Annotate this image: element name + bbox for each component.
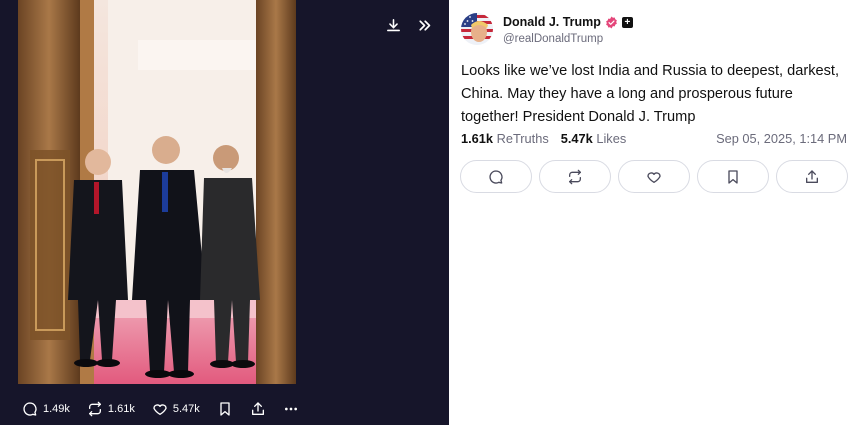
avatar[interactable] [461,13,493,45]
media-action-bar: 1.49k 1.61k 5.47k [22,398,316,420]
like-action[interactable]: 5.47k [152,401,200,417]
retruth-icon [88,401,101,417]
more-action[interactable] [283,401,299,417]
retruth-icon [569,169,581,184]
replies-count: 1.49k [43,403,70,415]
likes-stat[interactable]: 5.47k Likes [561,131,626,146]
expand-button[interactable] [411,12,437,38]
retruth-button[interactable] [539,160,611,193]
download-button[interactable] [380,12,406,38]
reply-action[interactable]: 1.49k [22,401,70,417]
follow-plus-icon[interactable]: + [621,16,633,28]
bookmark-button[interactable] [697,160,769,193]
author-name[interactable]: Donald J. Trump [503,15,601,29]
likes-stat-label: Likes [596,131,627,146]
bookmark-action[interactable] [217,401,233,417]
reply-button[interactable] [460,160,532,193]
post-action-buttons [460,160,848,193]
comment-icon [489,169,503,184]
bookmark-icon [220,402,230,416]
retruths-count: 1.61k [107,403,135,415]
post-stats: 1.61k ReTruths 5.47k Likes Sep 05, 2025,… [461,131,847,146]
download-icon [386,18,400,31]
likes-count: 5.47k [172,403,200,415]
heart-icon [153,404,167,415]
verified-badge-icon [606,16,617,28]
more-dots-icon [284,407,297,411]
retruths-stat-value: 1.61k [461,131,494,146]
heart-icon [647,171,661,183]
retruth-action[interactable]: 1.61k [87,401,135,417]
post-detail: Donald J. Trump + @realDonaldTrump Looks… [449,0,856,425]
share-icon [251,402,264,415]
comment-icon [23,402,37,416]
retruths-stat[interactable]: 1.61k ReTruths [461,131,549,146]
chevrons-right-icon [418,19,430,31]
post-image[interactable] [18,0,296,384]
bookmark-icon [728,169,738,184]
media-viewer: 1.49k 1.61k 5.47k [0,0,449,425]
share-icon [806,169,818,183]
share-action[interactable] [250,401,266,417]
retruths-stat-label: ReTruths [496,131,549,146]
share-button[interactable] [776,160,848,193]
post-text: Looks like we’ve lost India and Russia t… [461,63,840,125]
author-handle[interactable]: @realDonaldTrump [503,33,603,45]
likes-stat-value: 5.47k [560,131,593,146]
post-timestamp: Sep 05, 2025, 1:14 PM [716,131,847,146]
like-button[interactable] [618,160,690,193]
author-name-row: Donald J. Trump + [503,15,633,29]
